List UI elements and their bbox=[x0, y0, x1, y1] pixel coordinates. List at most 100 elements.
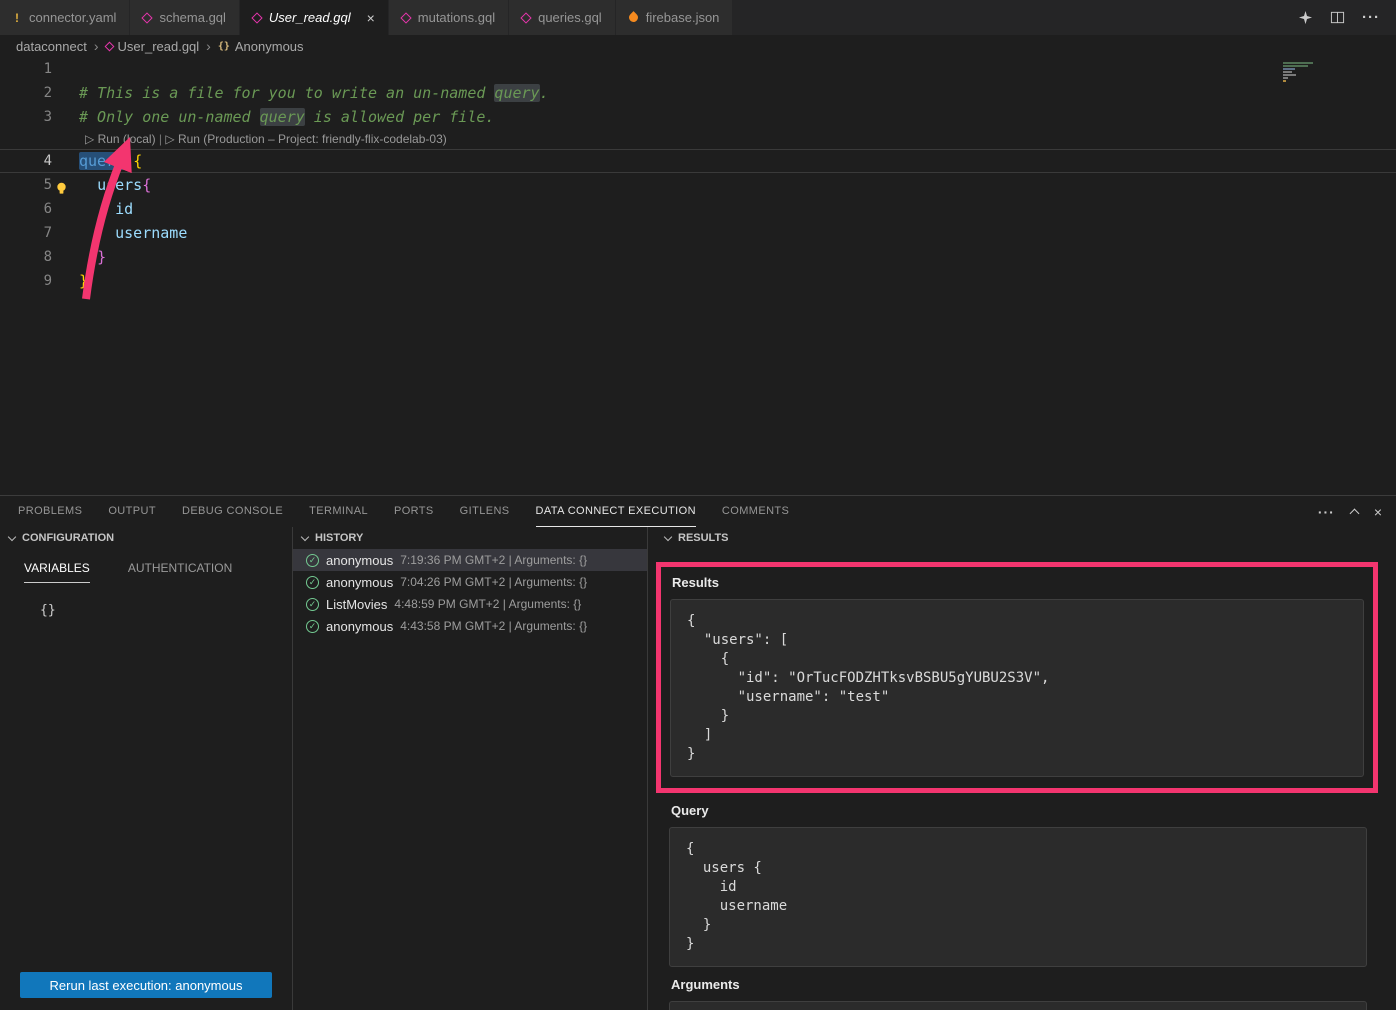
breadcrumb-label: dataconnect bbox=[16, 39, 87, 54]
panel-maximize-icon[interactable] bbox=[1351, 507, 1358, 517]
editor-tab-mutations-gql[interactable]: mutations.gql bbox=[389, 0, 509, 35]
codelens: ▷ Run (local) | ▷ Run (Production – Proj… bbox=[0, 129, 1396, 149]
editor-tab-bar: ! connector.yaml schema.gql User_read.gql×m… bbox=[0, 0, 1396, 35]
history-item[interactable]: ✓ListMovies4:48:59 PM GMT+2 | Arguments:… bbox=[293, 593, 647, 615]
code-editor[interactable]: 12# This is a file for you to write an u… bbox=[0, 57, 1396, 495]
breadcrumb-label: Anonymous bbox=[235, 39, 304, 54]
line-number: 7 bbox=[0, 221, 52, 245]
panel-tab-ports[interactable]: PORTS bbox=[394, 496, 434, 527]
code-token: username bbox=[115, 224, 187, 242]
history-list: ✓ anonymous 7:19:36 PM GMT+2 | Arguments: … bbox=[293, 549, 647, 637]
panel-tab-gitlens[interactable]: GITLENS bbox=[460, 496, 510, 527]
code-token: is allowed per file. bbox=[305, 108, 495, 126]
check-circle-icon: ✓ bbox=[306, 554, 319, 567]
minimap[interactable] bbox=[1283, 62, 1313, 82]
close-tab-icon[interactable]: × bbox=[367, 11, 375, 25]
chevron-down-icon bbox=[664, 532, 672, 540]
bottom-panel: PROBLEMS OUTPUT DEBUG CONSOLE TERMINAL PORTS… bbox=[0, 495, 1396, 1010]
configuration-title: CONFIGURATION bbox=[22, 532, 114, 544]
code-line-9[interactable]: 9} bbox=[0, 269, 1396, 293]
code-token: users bbox=[97, 176, 142, 194]
code-line-3[interactable]: 3# Only one un-named query is allowed pe… bbox=[0, 105, 1396, 129]
config-tab-variables[interactable]: VARIABLES bbox=[24, 561, 90, 583]
code-token bbox=[79, 224, 115, 242]
run-local-link[interactable]: ▷ Run (local) bbox=[85, 132, 156, 146]
run-production-link[interactable]: ▷ Run (Production – Project: friendly-fl… bbox=[165, 132, 446, 146]
history-item[interactable]: ✓anonymous7:04:26 PM GMT+2 | Arguments: … bbox=[293, 571, 647, 593]
vscode-window: !connector.yamlschema.gqlUser_read.gql×m… bbox=[0, 0, 1396, 1010]
breadcrumb-item-anonymous[interactable]: {}Anonymous bbox=[218, 39, 304, 54]
results-header[interactable]: RESULTS bbox=[656, 527, 1380, 549]
results-label: Results bbox=[672, 575, 1364, 590]
code-line-8[interactable]: 8 } bbox=[0, 245, 1396, 269]
line-content: # Only one un-named query is allowed per… bbox=[52, 105, 494, 129]
editor-tab-schema-gql[interactable]: schema.gql bbox=[130, 0, 239, 35]
history-item[interactable]: ✓anonymous4:43:58 PM GMT+2 | Arguments: … bbox=[293, 615, 647, 637]
tab-label: firebase.json bbox=[646, 10, 720, 25]
editor-tab-queries-gql[interactable]: queries.gql bbox=[509, 0, 616, 35]
configuration-header[interactable]: CONFIGURATION bbox=[0, 527, 292, 549]
editor-tab-firebase-json[interactable]: firebase.json bbox=[616, 0, 734, 35]
panel-tab-terminal[interactable]: TERMINAL bbox=[309, 496, 368, 527]
line-content: query { bbox=[52, 149, 142, 173]
chevron-down-icon bbox=[8, 532, 16, 540]
code-token: query bbox=[260, 108, 305, 126]
history-header[interactable]: HISTORY bbox=[293, 527, 647, 549]
line-content: id bbox=[52, 197, 133, 221]
tab-label: schema.gql bbox=[159, 10, 225, 25]
line-number: 4 bbox=[0, 149, 52, 173]
variables-value[interactable]: {} bbox=[40, 603, 292, 618]
code-token bbox=[79, 248, 97, 266]
rerun-button[interactable]: Rerun last execution: anonymous bbox=[20, 972, 272, 998]
code-area: 12# This is a file for you to write an u… bbox=[0, 57, 1396, 293]
code-token: { bbox=[133, 152, 142, 170]
graphql-icon bbox=[400, 12, 411, 23]
history-name: anonymous bbox=[326, 575, 393, 590]
annotation-highlight-box: Results { "users": [ { "id": "OrTucFODZH… bbox=[656, 562, 1378, 793]
arguments-text: {} bbox=[669, 1001, 1367, 1010]
yaml-icon: ! bbox=[13, 11, 21, 25]
tab-label: queries.gql bbox=[538, 10, 602, 25]
panel-close-icon[interactable]: × bbox=[1374, 504, 1382, 520]
arguments-label: Arguments bbox=[671, 977, 1367, 992]
code-line-6[interactable]: 6 id bbox=[0, 197, 1396, 221]
code-line-2[interactable]: 2# This is a file for you to write an un… bbox=[0, 81, 1396, 105]
editor-tab-user-read-gql[interactable]: User_read.gql× bbox=[240, 0, 389, 35]
sparkle-icon[interactable] bbox=[1298, 10, 1313, 25]
codelens-separator: | bbox=[156, 132, 166, 146]
line-number: 9 bbox=[0, 269, 52, 293]
editor-toolbar: ··· bbox=[1282, 0, 1396, 35]
code-line-5[interactable]: 5 users{ bbox=[0, 173, 1396, 197]
editor-tab-connector-yaml[interactable]: ! connector.yaml bbox=[0, 0, 130, 35]
tab-label: connector.yaml bbox=[29, 10, 116, 25]
editor-tabs: ! connector.yaml schema.gql User_read.gql×m… bbox=[0, 0, 733, 35]
config-tab-authentication[interactable]: AUTHENTICATION bbox=[128, 561, 232, 583]
panel-tab-debug-console[interactable]: DEBUG CONSOLE bbox=[182, 496, 283, 527]
code-line-1[interactable]: 1 bbox=[0, 57, 1396, 81]
breadcrumb-item-user-read-gql[interactable]: User_read.gql bbox=[106, 39, 200, 54]
line-content: users{ bbox=[52, 173, 151, 197]
breadcrumb: dataconnect›User_read.gql›{}Anonymous bbox=[0, 35, 1396, 57]
history-name: anonymous bbox=[326, 619, 393, 634]
breadcrumb-item-dataconnect[interactable]: dataconnect bbox=[16, 39, 87, 54]
graphql-icon bbox=[520, 12, 531, 23]
code-line-7[interactable]: 7 username bbox=[0, 221, 1396, 245]
panel-tab-data-connect-execution[interactable]: DATA CONNECT EXECUTION bbox=[536, 496, 696, 527]
panel-actions: ··· × bbox=[1318, 496, 1396, 527]
history-meta: 4:48:59 PM GMT+2 | Arguments: {} bbox=[394, 597, 581, 611]
panel-body: CONFIGURATION VARIABLES AUTHENTICATION {}… bbox=[0, 527, 1396, 1010]
history-item[interactable]: ✓anonymous7:19:36 PM GMT+2 | Arguments: … bbox=[293, 549, 647, 571]
panel-tab-problems[interactable]: PROBLEMS bbox=[18, 496, 82, 527]
line-content: } bbox=[52, 245, 106, 269]
results-title: RESULTS bbox=[678, 532, 729, 544]
graphql-icon bbox=[142, 12, 153, 23]
panel-tab-output[interactable]: OUTPUT bbox=[108, 496, 156, 527]
split-editor-icon[interactable] bbox=[1330, 10, 1345, 25]
code-line-4[interactable]: 4query { bbox=[0, 149, 1396, 173]
lightbulb-icon[interactable] bbox=[55, 178, 68, 191]
history-meta: 7:19:36 PM GMT+2 | Arguments: {} bbox=[400, 553, 587, 567]
query-text: { users { id username } } bbox=[669, 827, 1367, 967]
panel-tab-comments[interactable]: COMMENTS bbox=[722, 496, 789, 527]
panel-more-icon[interactable]: ··· bbox=[1318, 504, 1335, 520]
more-actions-icon[interactable]: ··· bbox=[1362, 9, 1380, 26]
